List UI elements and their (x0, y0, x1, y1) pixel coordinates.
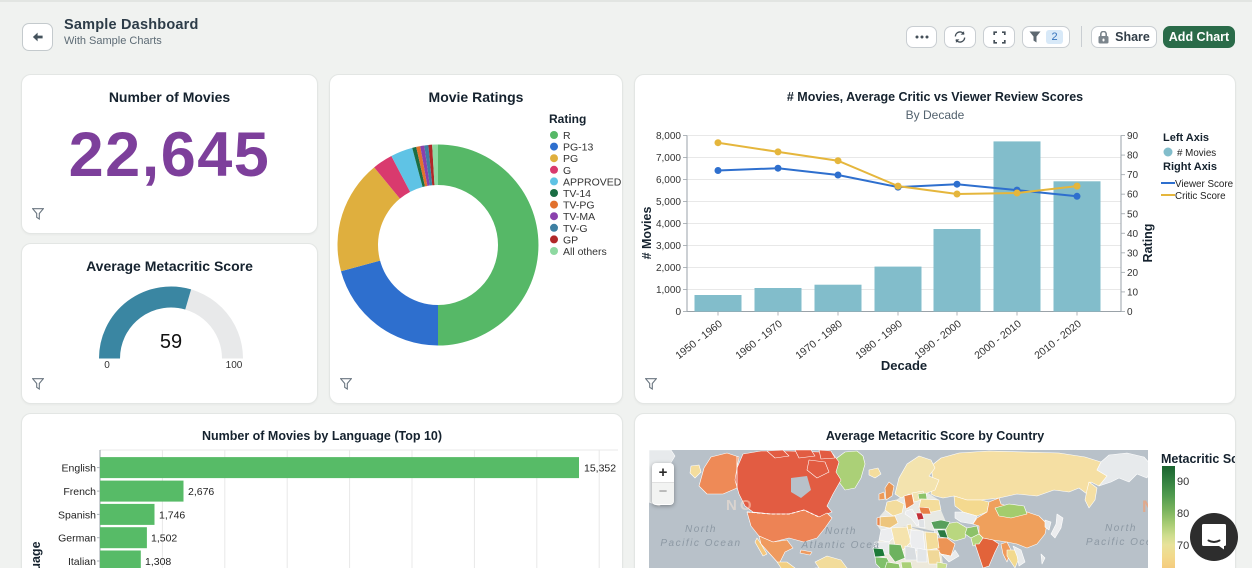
svg-text:PG: PG (563, 153, 578, 165)
svg-text:# Movies: # Movies (640, 207, 654, 260)
svg-text:7,000: 7,000 (656, 153, 681, 164)
svg-text:All others: All others (563, 246, 607, 258)
svg-text:30: 30 (1127, 248, 1139, 259)
svg-text:15,352: 15,352 (584, 463, 616, 475)
svg-text:1950 - 1960: 1950 - 1960 (673, 318, 725, 362)
svg-text:20: 20 (1127, 268, 1139, 279)
svg-text:Italian: Italian (68, 556, 96, 568)
svg-text:90: 90 (1127, 131, 1139, 142)
svg-text:1,502: 1,502 (151, 533, 177, 545)
svg-text:Viewer Score: Viewer Score (1175, 179, 1234, 190)
svg-text:R: R (563, 130, 571, 142)
svg-text:G: G (563, 165, 571, 177)
svg-text:1990 - 2000: 1990 - 2000 (912, 318, 964, 362)
svg-text:0: 0 (104, 360, 110, 371)
svg-text:2010 - 2020: 2010 - 2020 (1032, 318, 1084, 362)
svg-text:Left Axis: Left Axis (1163, 132, 1209, 144)
svg-text:2000 - 2010: 2000 - 2010 (972, 318, 1024, 362)
svg-text:100: 100 (226, 360, 243, 371)
svg-text:6,000: 6,000 (656, 175, 681, 186)
svg-text:Atlantic Ocea: Atlantic Ocea (801, 540, 881, 551)
svg-text:59: 59 (160, 331, 182, 353)
svg-text:40: 40 (1127, 229, 1139, 240)
svg-text:2,000: 2,000 (656, 263, 681, 274)
svg-text:60: 60 (1127, 190, 1139, 201)
svg-text:1,308: 1,308 (145, 556, 171, 568)
svg-text:TV-PG: TV-PG (563, 200, 595, 212)
svg-text:GP: GP (563, 234, 578, 246)
svg-text:Spanish: Spanish (58, 509, 96, 521)
svg-text:5,000: 5,000 (656, 197, 681, 208)
svg-text:TV-G: TV-G (563, 223, 588, 235)
svg-text:TV-MA: TV-MA (563, 211, 595, 223)
svg-text:Rating: Rating (549, 112, 586, 126)
svg-text:APPROVED: APPROVED (563, 176, 622, 188)
svg-text:Pacific Ocean: Pacific Ocean (660, 538, 741, 549)
svg-text:Pacific Ocea: Pacific Ocea (1086, 537, 1148, 548)
svg-text:1,000: 1,000 (656, 285, 681, 296)
svg-text:3,000: 3,000 (656, 241, 681, 252)
svg-text:French: French (63, 486, 96, 498)
svg-text:0: 0 (1127, 307, 1133, 318)
svg-text:Decade: Decade (881, 358, 927, 373)
svg-text:0: 0 (675, 307, 681, 318)
svg-text:10: 10 (1127, 288, 1139, 299)
svg-text:1960 - 1970: 1960 - 1970 (733, 318, 785, 362)
svg-text:German: German (58, 533, 96, 545)
svg-text:4,000: 4,000 (656, 219, 681, 230)
svg-text:Critic Score: Critic Score (1175, 191, 1226, 202)
svg-text:70: 70 (1127, 170, 1139, 181)
svg-text:Rating: Rating (1141, 224, 1155, 263)
svg-text:2,676: 2,676 (188, 486, 214, 498)
svg-text:Language: Language (29, 541, 43, 568)
svg-text:8,000: 8,000 (656, 131, 681, 142)
svg-text:N: N (1142, 497, 1148, 516)
svg-text:NO: NO (726, 497, 755, 514)
svg-text:1,746: 1,746 (159, 509, 185, 521)
svg-text:80: 80 (1127, 151, 1139, 162)
svg-text:North: North (825, 526, 857, 537)
svg-text:1970 - 1980: 1970 - 1980 (793, 318, 845, 362)
svg-text:TV-14: TV-14 (563, 188, 591, 200)
svg-text:North: North (1105, 523, 1137, 534)
svg-text:North: North (685, 524, 717, 535)
svg-text:50: 50 (1127, 209, 1139, 220)
svg-text:Right Axis: Right Axis (1163, 161, 1217, 173)
svg-text:English: English (62, 463, 97, 475)
svg-text:PG-13: PG-13 (563, 142, 594, 154)
svg-text:1980 - 1990: 1980 - 1990 (853, 318, 905, 362)
svg-text:# Movies: # Movies (1177, 148, 1216, 159)
